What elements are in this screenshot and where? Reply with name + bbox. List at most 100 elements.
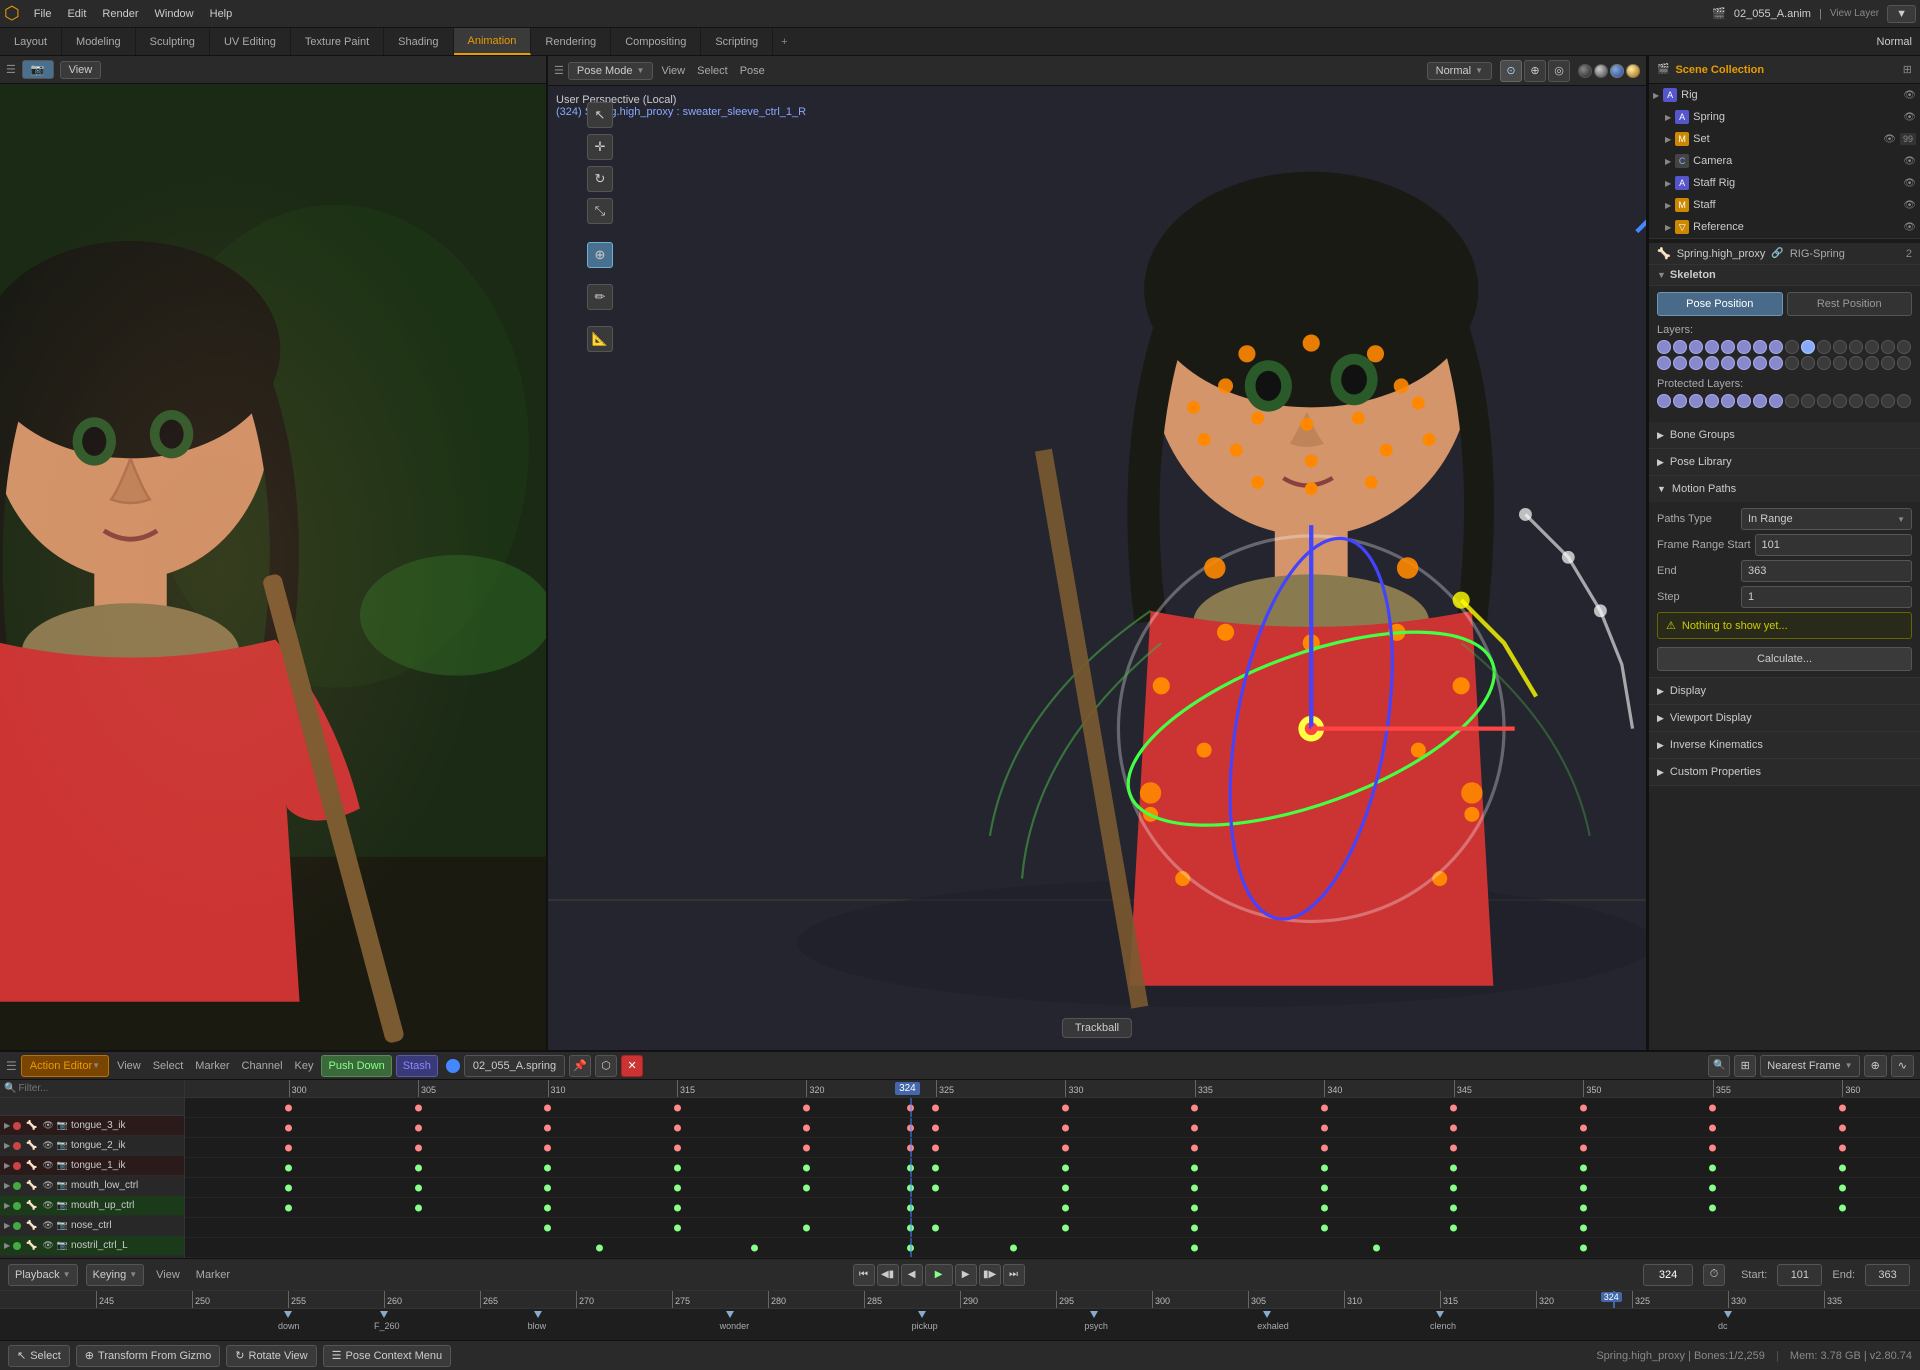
- ik-header[interactable]: ▶ Inverse Kinematics: [1649, 732, 1920, 758]
- tl-track-nosec[interactable]: ▶ 🦴 👁 📷 nose_ctrl: [0, 1216, 184, 1236]
- layer-2-16[interactable]: [1897, 356, 1911, 370]
- keyframe[interactable]: [803, 1104, 810, 1111]
- menu-window[interactable]: Window: [147, 6, 202, 22]
- staff-eye-icon[interactable]: 👁: [1903, 200, 1916, 211]
- push-down-btn[interactable]: Push Down: [321, 1055, 391, 1077]
- layer-2-9[interactable]: [1785, 356, 1799, 370]
- keyframe[interactable]: [415, 1144, 422, 1151]
- playback-dropdown[interactable]: Playback ▼: [8, 1264, 78, 1286]
- keyframe[interactable]: [1321, 1224, 1328, 1231]
- keyframe[interactable]: [1450, 1204, 1457, 1211]
- staffrig-eye-icon[interactable]: 👁: [1903, 178, 1916, 189]
- keyframe[interactable]: [1191, 1204, 1198, 1211]
- tab-scripting[interactable]: Scripting: [701, 28, 773, 55]
- filter-icon[interactable]: ⊞: [1903, 63, 1912, 76]
- keyframe[interactable]: [907, 1204, 914, 1211]
- keyframe[interactable]: [1580, 1124, 1587, 1131]
- tab-animation[interactable]: Animation: [454, 28, 532, 55]
- tl-key-menu[interactable]: Key: [291, 1060, 318, 1072]
- vis-icon-nose[interactable]: 👁: [42, 1220, 53, 1231]
- shading-material[interactable]: [1610, 64, 1624, 78]
- shading-solid[interactable]: [1594, 64, 1608, 78]
- render-icon-tongue2[interactable]: 📷: [57, 1140, 68, 1151]
- prot-1-2[interactable]: [1673, 394, 1687, 408]
- keyframe[interactable]: [1191, 1224, 1198, 1231]
- rig-eye-icon[interactable]: 👁: [1903, 90, 1916, 101]
- start-frame-input[interactable]: 101: [1777, 1264, 1822, 1286]
- keyframe[interactable]: [1839, 1164, 1846, 1171]
- prot-1-3[interactable]: [1689, 394, 1703, 408]
- end-frame-input[interactable]: 363: [1865, 1264, 1910, 1286]
- keyframe[interactable]: [415, 1124, 422, 1131]
- proportion-btn[interactable]: ∿: [1891, 1055, 1914, 1077]
- keyframe[interactable]: [1321, 1204, 1328, 1211]
- keyframe[interactable]: [674, 1204, 681, 1211]
- spring-eye-icon[interactable]: 👁: [1903, 112, 1916, 123]
- layer-1-8[interactable]: [1769, 340, 1783, 354]
- keyframe[interactable]: [1580, 1164, 1587, 1171]
- tl-keys[interactable]: 3003053103153203253303353403453503553603…: [185, 1080, 1920, 1258]
- keyframe[interactable]: [907, 1184, 914, 1191]
- prot-1-4[interactable]: [1705, 394, 1719, 408]
- keyframe[interactable]: [285, 1144, 292, 1151]
- scale-tool-btn[interactable]: ⤡: [587, 198, 613, 224]
- layer-2-2[interactable]: [1673, 356, 1687, 370]
- keyframe[interactable]: [674, 1184, 681, 1191]
- tab-sculpting[interactable]: Sculpting: [136, 28, 210, 55]
- custom-props-header[interactable]: ▶ Custom Properties: [1649, 759, 1920, 785]
- play-btn[interactable]: ▶: [925, 1264, 953, 1286]
- pose-menu[interactable]: Pose: [736, 65, 769, 77]
- skeleton-header[interactable]: ▼ Skeleton: [1649, 265, 1920, 286]
- keyframe[interactable]: [1010, 1244, 1017, 1251]
- keyframe[interactable]: [1839, 1144, 1846, 1151]
- viewport-display-header[interactable]: ▶ Viewport Display: [1649, 705, 1920, 731]
- frame-clock-btn[interactable]: ⏱: [1703, 1264, 1725, 1286]
- keyframe[interactable]: [1709, 1184, 1716, 1191]
- render-icon-muc[interactable]: 📷: [57, 1200, 68, 1211]
- keyframe[interactable]: [544, 1184, 551, 1191]
- keyframe[interactable]: [1709, 1144, 1716, 1151]
- layer-1-4[interactable]: [1705, 340, 1719, 354]
- keyframe[interactable]: [544, 1224, 551, 1231]
- tl-menu-icon[interactable]: ☰: [6, 1059, 17, 1073]
- tab-texture-paint[interactable]: Texture Paint: [291, 28, 384, 55]
- bone-icon-tongue1[interactable]: 🦴: [26, 1160, 37, 1171]
- bone-icon-mlc[interactable]: 🦴: [26, 1180, 37, 1191]
- keyframe[interactable]: [1062, 1184, 1069, 1191]
- keyframe[interactable]: [803, 1164, 810, 1171]
- layer-2-12[interactable]: [1833, 356, 1847, 370]
- keyframe[interactable]: [1580, 1144, 1587, 1151]
- keyframe[interactable]: [1709, 1124, 1716, 1131]
- prot-1-10[interactable]: [1801, 394, 1815, 408]
- layer-2-15[interactable]: [1881, 356, 1895, 370]
- scene-item-rig[interactable]: ▶ A Rig 👁: [1649, 84, 1920, 106]
- vis-icon-tongue1[interactable]: 👁: [42, 1160, 53, 1171]
- tl-view-menu[interactable]: View: [113, 1060, 145, 1072]
- filter-btn[interactable]: 🔍: [1708, 1055, 1730, 1077]
- rest-position-btn[interactable]: Rest Position: [1787, 292, 1913, 316]
- layer-2-11[interactable]: [1817, 356, 1831, 370]
- tl-track-tongue3[interactable]: ▶ 🦴 👁 📷 tongue_3_ik: [0, 1116, 184, 1136]
- jump-end-btn[interactable]: ⏭: [1003, 1264, 1025, 1286]
- keyframe[interactable]: [415, 1164, 422, 1171]
- keyframe[interactable]: [1191, 1104, 1198, 1111]
- context-menu-btn[interactable]: ☰ Pose Context Menu: [323, 1345, 452, 1367]
- gizmo-btn[interactable]: ⊕: [1524, 60, 1546, 82]
- tab-modeling[interactable]: Modeling: [62, 28, 136, 55]
- next-frame-btn[interactable]: ▶: [955, 1264, 977, 1286]
- keyframe[interactable]: [544, 1104, 551, 1111]
- layer-1-3[interactable]: [1689, 340, 1703, 354]
- prev-key-btn[interactable]: ◀▮: [877, 1264, 899, 1286]
- layer-1-9[interactable]: [1785, 340, 1799, 354]
- prot-1-9[interactable]: [1785, 394, 1799, 408]
- prot-1-11[interactable]: [1817, 394, 1831, 408]
- keyframe[interactable]: [544, 1144, 551, 1151]
- keyframe[interactable]: [1191, 1184, 1198, 1191]
- shading-dropdown[interactable]: Normal ▼: [1427, 62, 1492, 80]
- bone-icon-muc[interactable]: 🦴: [26, 1200, 37, 1211]
- bone-icon-nostril-l[interactable]: 🦴: [26, 1240, 37, 1251]
- layer-1-1[interactable]: [1657, 340, 1671, 354]
- action-pin-btn[interactable]: 📌: [569, 1055, 591, 1077]
- menu-edit[interactable]: Edit: [59, 6, 94, 22]
- tab-uv-editing[interactable]: UV Editing: [210, 28, 291, 55]
